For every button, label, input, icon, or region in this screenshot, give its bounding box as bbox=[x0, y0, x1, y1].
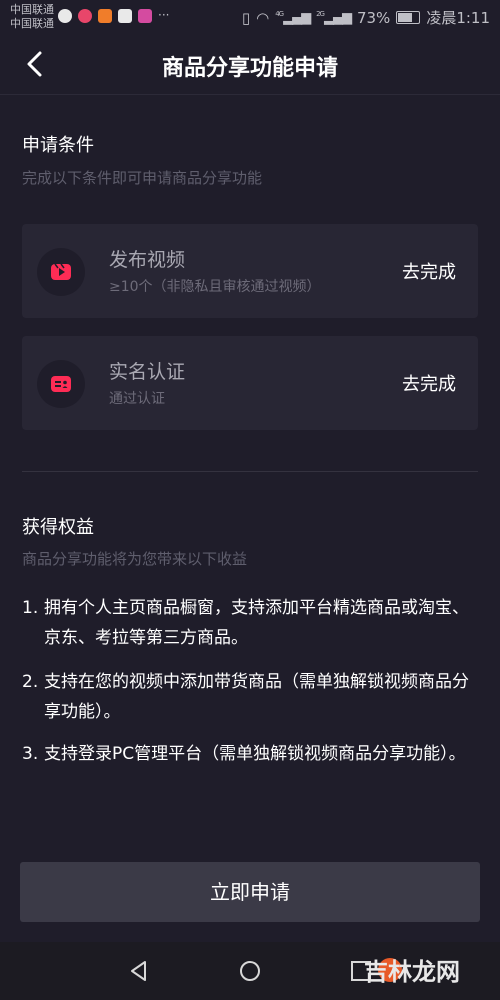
more-notifications: ··· bbox=[158, 8, 170, 22]
section-divider bbox=[22, 471, 478, 472]
benefit-number: 3. bbox=[22, 744, 39, 764]
task-card-publish-video[interactable]: 发布视频 ≥10个（非隐私且审核通过视频） 去完成 bbox=[22, 224, 478, 318]
network-1: 4G bbox=[275, 9, 284, 18]
vibrate-icon: ▯ bbox=[241, 8, 251, 27]
carrier-info: 中国联通 中国联通 bbox=[10, 3, 54, 31]
clock: 凌晨1:11 bbox=[426, 9, 490, 27]
benefit-item: 3. 支持登录PC管理平台（需单独解锁视频商品分享功能）。 bbox=[22, 739, 482, 769]
network-2: 2G bbox=[316, 9, 325, 18]
task-title: 发布视频 bbox=[109, 249, 186, 271]
benefit-number: 2. bbox=[22, 672, 39, 692]
page-title: 商品分享功能申请 bbox=[161, 56, 338, 81]
watermark-text: 吉林龙网 bbox=[364, 958, 460, 986]
benefit-text: 拥有个人主页商品橱窗，支持添加平台精选商品或淘宝、京东、考拉等第三方商品。 bbox=[44, 598, 469, 648]
wechat-icon bbox=[58, 9, 72, 23]
benefit-text: 支持在您的视频中添加带货商品（需单独解锁视频商品分享功能）。 bbox=[44, 672, 469, 722]
battery-icon bbox=[396, 11, 421, 24]
map-app-icon bbox=[118, 9, 132, 23]
signal-4g-icon: 4G▂▄▆ bbox=[275, 9, 311, 26]
video-app-icon bbox=[98, 9, 112, 23]
apply-now-button[interactable]: 立即申请 bbox=[20, 862, 480, 922]
benefit-number: 1. bbox=[22, 598, 39, 618]
home-circle-icon[interactable] bbox=[239, 960, 261, 982]
nav-bar: 商品分享功能申请 bbox=[0, 36, 500, 95]
carrier-2: 中国联通 bbox=[10, 17, 54, 30]
benefits-subtitle: 商品分享功能将为您带来以下收益 bbox=[22, 550, 248, 568]
notification-icons: ··· bbox=[58, 9, 169, 23]
status-bar: 中国联通 中国联通 ··· ▯ ◠ 4G▂▄▆ 2G▂▄▆ 73% 凌晨1:11 bbox=[0, 0, 500, 36]
id-card-icon bbox=[37, 360, 85, 408]
conditions-title: 申请条件 bbox=[22, 135, 94, 156]
go-complete-button[interactable]: 去完成 bbox=[402, 370, 456, 396]
battery-percent: 73% bbox=[356, 8, 391, 27]
task-desc: 通过认证 bbox=[109, 391, 165, 407]
carrier-1: 中国联通 bbox=[10, 3, 54, 16]
player-app-icon bbox=[138, 9, 152, 23]
music-app-icon bbox=[78, 9, 92, 23]
conditions-subtitle: 完成以下条件即可申请商品分享功能 bbox=[22, 169, 263, 187]
benefit-item: 1. 拥有个人主页商品橱窗，支持添加平台精选商品或淘宝、京东、考拉等第三方商品。 bbox=[22, 593, 482, 653]
task-title: 实名认证 bbox=[109, 361, 186, 383]
wifi-icon: ◠ bbox=[256, 8, 270, 27]
video-icon bbox=[37, 248, 85, 296]
signal-2g-icon: 2G▂▄▆ bbox=[316, 9, 352, 26]
system-status: ▯ ◠ 4G▂▄▆ 2G▂▄▆ 73% 凌晨1:11 bbox=[242, 7, 490, 28]
benefit-item: 2. 支持在您的视频中添加带货商品（需单独解锁视频商品分享功能）。 bbox=[22, 667, 482, 727]
task-card-real-name[interactable]: 实名认证 通过认证 去完成 bbox=[22, 336, 478, 430]
task-desc: ≥10个（非隐私且审核通过视频） bbox=[109, 279, 321, 295]
go-complete-button[interactable]: 去完成 bbox=[402, 258, 456, 284]
back-triangle-icon[interactable] bbox=[128, 960, 150, 982]
benefits-title: 获得权益 bbox=[22, 517, 94, 538]
benefit-text: 支持登录PC管理平台（需单独解锁视频商品分享功能）。 bbox=[44, 744, 466, 764]
